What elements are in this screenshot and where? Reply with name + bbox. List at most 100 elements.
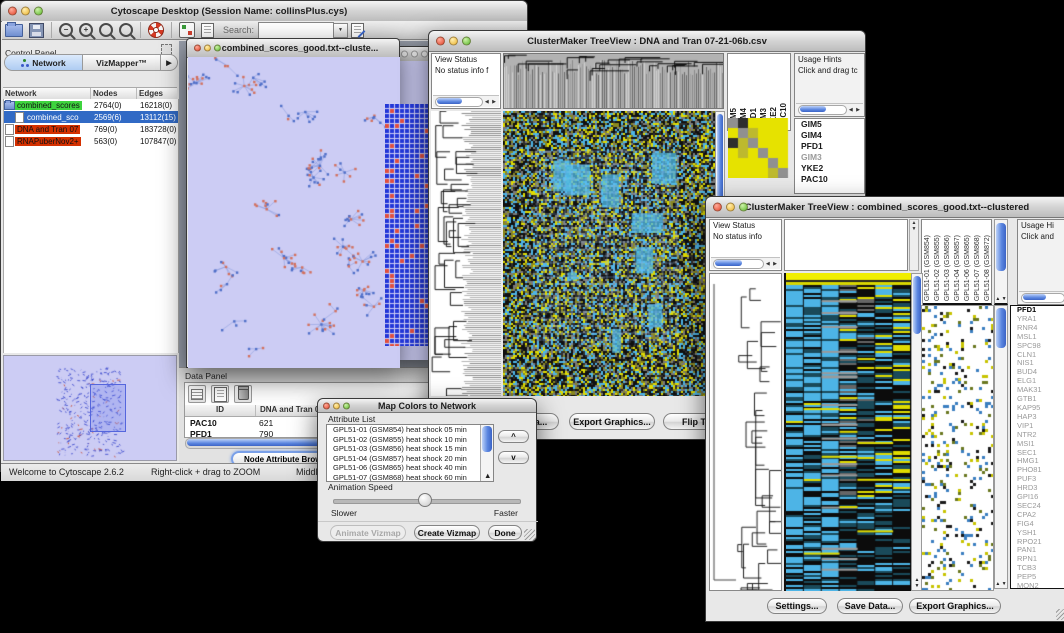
gene-label[interactable]: MON2 [1014,582,1064,589]
zoom-button[interactable] [421,51,428,58]
vscroll-thumb[interactable] [913,276,921,334]
minimize-button[interactable] [411,51,418,58]
network-list-row[interactable]: RNAPuberNov2+ 563(0) 107847(0) [4,135,178,147]
zoom-button[interactable] [34,7,43,16]
close-button[interactable] [8,7,17,16]
tv1-heatmap-canvas[interactable] [503,111,715,396]
new-attribute-button[interactable] [211,385,229,403]
tv1-export-graphics-button[interactable]: Export Graphics... [569,413,655,430]
create-vizmap-button[interactable]: Create Vizmap [414,525,480,540]
scroll-thumb[interactable] [800,106,826,112]
gene-label[interactable]: GIM5 [798,119,864,130]
attribute-item[interactable]: GPL51-04 (GSM857) heat shock 20 min [330,454,493,464]
overview-viewport-rect[interactable] [90,384,126,432]
help-button[interactable] [148,21,164,39]
network1-titlebar[interactable]: combined_scores_good.txt--cluste... [187,39,399,58]
tv2-summary-canvas[interactable] [921,305,994,591]
close-button[interactable] [436,37,445,46]
scroll-arrows-icon[interactable]: ◀ ▶ [485,99,499,105]
column-label[interactable]: GPL51-06 (GSM865) [963,235,973,301]
tv2-column-dendrogram-area[interactable] [784,219,908,271]
tv2-titlebar[interactable]: ClusterMaker TreeView : combined_scores_… [706,197,1064,218]
window-controls[interactable] [194,45,221,52]
zoom-selected-button[interactable] [99,21,113,39]
animate-vizmap-button[interactable]: Animate Vizmap [330,525,406,540]
gene-label[interactable]: GIM3 [798,152,864,163]
view-status-hscrollbar[interactable]: ◀ ▶ [433,95,499,107]
scroll-thumb[interactable] [1023,294,1046,300]
tv1-row-dendrogram-canvas[interactable] [431,111,501,396]
scroll-arrows-icon[interactable]: ▲ ▼ [995,581,1007,587]
view-status-hscrollbar[interactable]: ◀ ▶ [711,257,780,269]
scroll-track[interactable] [1021,293,1064,303]
save-session-button[interactable] [29,21,44,39]
close-button[interactable] [194,45,201,52]
column-label[interactable]: GPL51-02 (GSM855) [933,235,943,301]
attribute-item[interactable]: GPL51-06 (GSM865) heat shock 40 min [330,463,493,473]
attribute-list-vscrollbar[interactable]: ▲ ▼ [480,425,493,481]
network-list-row[interactable]: DNA and Tran 07 769(0) 183728(0) [4,123,178,135]
attribute-item[interactable]: GPL51-02 (GSM855) heat shock 10 min [330,435,493,445]
column-label[interactable]: GPL51-01 (GSM854) [923,235,933,301]
column-label[interactable]: GPL51-08 (GSM872) [983,235,992,301]
main-titlebar[interactable]: Cytoscape Desktop (Session Name: collins… [1,1,527,22]
tv2-export-graphics-button[interactable]: Export Graphics... [909,598,1001,614]
minimize-button[interactable] [21,7,30,16]
tv1-summary-matrix-canvas[interactable] [728,118,789,178]
scroll-arrows-icon[interactable]: ▲ ▼ [995,296,1007,302]
column-label[interactable]: GPL51-04 (GSM857) [953,235,963,301]
zoom-button[interactable] [739,203,748,212]
minimize-button[interactable] [449,37,458,46]
vscroll-thumb[interactable] [996,223,1006,271]
table-view-button[interactable] [188,385,206,403]
zoom-button[interactable] [214,45,221,52]
close-button[interactable] [713,203,722,212]
window-controls[interactable] [401,51,428,58]
scroll-arrows-icon[interactable]: ◀ ▶ [849,107,863,113]
vscroll-thumb[interactable] [482,426,492,452]
tab-vizmapper[interactable]: VizMapper™ [83,55,161,70]
close-button[interactable] [323,402,330,409]
gene-label[interactable]: PAC10 [798,174,864,185]
tv1-titlebar[interactable]: ClusterMaker TreeView : DNA and Tran 07-… [429,31,865,52]
zoom-button[interactable] [343,402,350,409]
scroll-arrows-icon[interactable]: ◀ ▶ [766,261,780,267]
scroll-thumb[interactable] [437,98,462,104]
open-file-button[interactable] [5,21,23,39]
scroll-arrows-icon[interactable]: ▲ ▼ [481,471,493,481]
tv2-save-data-button[interactable]: Save Data... [837,598,903,614]
zoom-out-button[interactable]: − [59,21,73,39]
attribute-item[interactable]: GPL51-03 (GSM856) heat shock 15 min [330,444,493,454]
vscroll-thumb[interactable] [996,308,1006,348]
search-input[interactable] [258,22,334,39]
attribute-mapper-button[interactable] [179,21,195,39]
tv2-summary-vscrollbar[interactable]: ▲ ▼ [994,305,1008,589]
move-up-button[interactable]: ^ [498,430,529,443]
gene-label[interactable]: YKE2 [798,163,864,174]
tv2-collabels-vscrollbar[interactable]: ▲ ▼ [994,219,1008,305]
network2-titlebar[interactable] [397,47,431,62]
window-controls[interactable] [436,37,471,46]
scroll-track[interactable] [798,105,847,115]
attribute-item[interactable]: GPL51-07 (GSM868) heat shock 60 min [330,473,493,483]
window-controls[interactable] [713,203,748,212]
close-button[interactable] [401,51,408,58]
tv2-heatmap-canvas[interactable] [784,273,911,591]
minimize-button[interactable] [726,203,735,212]
usage-hints-hscrollbar[interactable] [1019,291,1064,303]
resize-grip[interactable] [524,529,535,540]
tab-network[interactable]: Network [5,55,83,70]
network-view-canvas[interactable] [188,57,400,368]
scroll-track[interactable] [713,259,764,269]
scroll-thumb[interactable] [715,260,742,266]
resize-grip[interactable] [1056,609,1064,620]
done-button[interactable]: Done [488,525,522,540]
move-down-button[interactable]: v [498,451,529,464]
slider-thumb[interactable] [418,493,432,507]
minimize-button[interactable] [204,45,211,52]
gene-label[interactable]: PFD1 [798,141,864,152]
network-list-row[interactable]: combined_sco 2569(6) 13112(15) [4,111,178,123]
window-controls[interactable] [8,7,43,16]
edit-annotation-button[interactable] [351,21,364,39]
scroll-track[interactable] [435,97,483,107]
